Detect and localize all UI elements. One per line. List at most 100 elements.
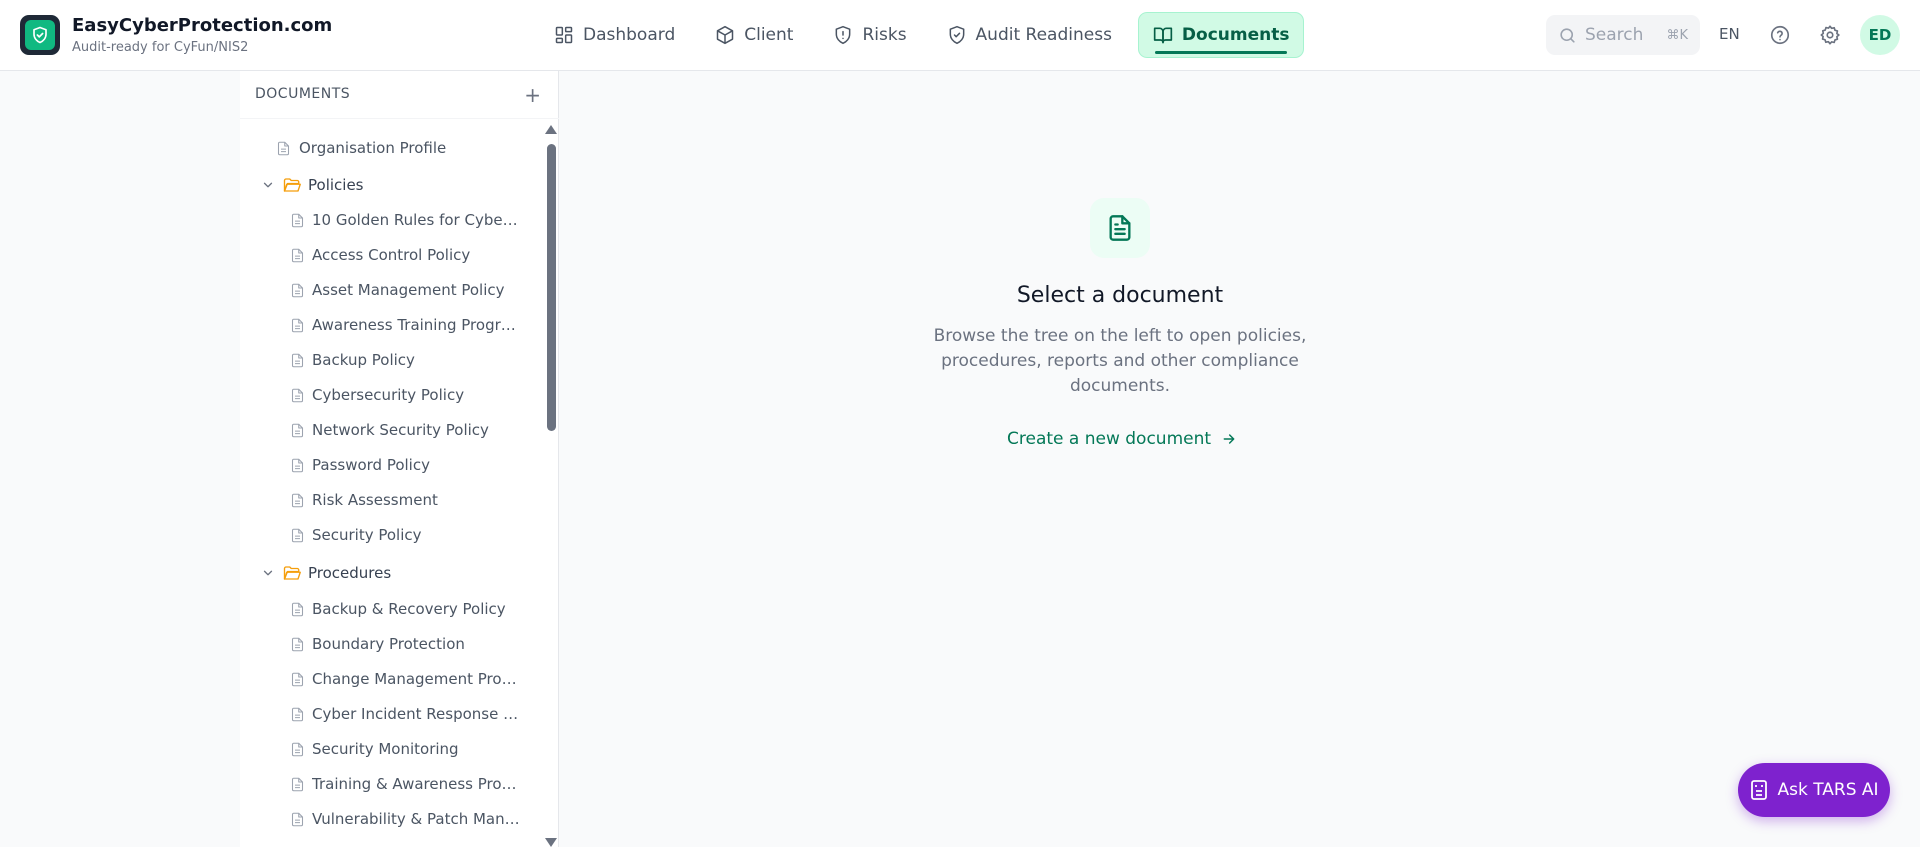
file-icon bbox=[291, 777, 304, 791]
tree-document-label: Boundary Protection bbox=[312, 635, 465, 653]
file-icon bbox=[291, 672, 304, 686]
file-icon bbox=[291, 458, 304, 472]
tree-document[interactable]: 10 Golden Rules for Cyberse... bbox=[240, 205, 540, 235]
scroll-down-arrow-icon[interactable] bbox=[545, 838, 557, 847]
brand-title: EasyCyberProtection.com bbox=[72, 15, 333, 36]
file-icon bbox=[291, 812, 304, 826]
tree-document-label: Network Security Policy bbox=[312, 421, 489, 439]
tree-document[interactable]: Network Security Policy bbox=[240, 415, 540, 445]
nav-dashboard[interactable]: Dashboard bbox=[540, 12, 689, 58]
gear-icon[interactable] bbox=[1819, 24, 1841, 46]
file-icon bbox=[291, 388, 304, 402]
nav-dashboard-label: Dashboard bbox=[583, 25, 676, 45]
main-nav: Dashboard Client Risks Audit Readiness D… bbox=[540, 12, 1305, 58]
tree-document[interactable]: Risk Assessment bbox=[240, 485, 540, 515]
file-icon bbox=[277, 141, 290, 155]
shield-check-icon bbox=[949, 25, 964, 45]
file-icon bbox=[291, 423, 304, 437]
tree-document[interactable]: Security Policy bbox=[240, 520, 540, 550]
shield-alert-icon bbox=[836, 25, 851, 45]
search-icon bbox=[1560, 27, 1575, 43]
book-open-icon bbox=[1153, 27, 1173, 44]
scroll-up-arrow-icon[interactable] bbox=[545, 125, 557, 134]
tree-document[interactable]: Cybersecurity Policy bbox=[240, 380, 540, 410]
grid-icon bbox=[555, 26, 573, 44]
add-document-button[interactable]: + bbox=[524, 83, 541, 107]
create-document-label: Create a new document bbox=[1007, 429, 1212, 449]
tree-document[interactable]: Boundary Protection bbox=[240, 629, 540, 659]
chevron-down-icon[interactable] bbox=[261, 566, 275, 580]
robot-icon bbox=[1751, 780, 1768, 800]
folder-open-icon bbox=[283, 178, 301, 192]
tree-document[interactable]: Training & Awareness Progr... bbox=[240, 769, 540, 799]
file-icon bbox=[291, 742, 304, 756]
shield-check-icon bbox=[25, 20, 55, 50]
file-icon bbox=[291, 637, 304, 651]
file-icon bbox=[291, 602, 304, 616]
tree-document-label: Cybersecurity Policy bbox=[312, 386, 465, 404]
tree-document[interactable]: Security Monitoring bbox=[240, 734, 540, 764]
sidebar-title: DOCUMENTS bbox=[255, 86, 351, 102]
sidebar-header: DOCUMENTS + bbox=[240, 71, 559, 119]
nav-client[interactable]: Client bbox=[701, 12, 807, 58]
logo[interactable] bbox=[20, 15, 60, 55]
file-icon bbox=[291, 213, 304, 227]
nav-audit-readiness-label: Audit Readiness bbox=[975, 25, 1112, 45]
file-text-icon bbox=[1090, 198, 1150, 258]
file-icon bbox=[291, 318, 304, 332]
tree-document-label: Security Policy bbox=[312, 526, 422, 544]
chevron-down-icon[interactable] bbox=[261, 178, 275, 192]
search-placeholder: Search bbox=[1585, 25, 1644, 45]
file-icon bbox=[291, 248, 304, 262]
empty-state-title: Select a document bbox=[1016, 283, 1224, 308]
tree-document-label: Security Monitoring bbox=[312, 740, 459, 758]
tree-document-label: Cyber Incident Response Pl... bbox=[312, 705, 522, 723]
nav-risks[interactable]: Risks bbox=[819, 12, 920, 58]
tree-document-label: Access Control Policy bbox=[312, 246, 471, 264]
tree-document-label: Password Policy bbox=[312, 456, 430, 474]
tree-document-label: Awareness Training Progra... bbox=[312, 316, 522, 334]
tree-document[interactable]: Organisation Profile bbox=[240, 133, 540, 163]
nav-documents[interactable]: Documents bbox=[1137, 12, 1305, 58]
ask-tars-ai-label: Ask TARS AI bbox=[1777, 780, 1879, 800]
scrollbar-thumb[interactable] bbox=[547, 144, 556, 431]
box-icon bbox=[716, 25, 734, 45]
tree-document[interactable]: Password Policy bbox=[240, 450, 540, 480]
nav-risks-label: Risks bbox=[862, 25, 907, 45]
nav-client-label: Client bbox=[744, 25, 794, 45]
tree-document[interactable]: Access Control Policy bbox=[240, 240, 540, 270]
nav-audit-readiness[interactable]: Audit Readiness bbox=[933, 12, 1126, 58]
file-icon bbox=[291, 353, 304, 367]
tree-document-label: Asset Management Policy bbox=[312, 281, 505, 299]
tree-document[interactable]: Vulnerability & Patch Mana... bbox=[240, 804, 540, 834]
arrow-right-icon bbox=[1223, 434, 1235, 444]
tree-document[interactable]: Cyber Incident Response Pl... bbox=[240, 699, 540, 729]
tree-document-label: 10 Golden Rules for Cyberse... bbox=[312, 211, 522, 229]
language-switcher[interactable]: EN bbox=[1719, 25, 1740, 43]
top-header: EasyCyberProtection.com Audit-ready for … bbox=[0, 0, 1920, 71]
tree-document[interactable]: Change Management Proc... bbox=[240, 664, 540, 694]
tree-document[interactable]: Backup & Recovery Policy bbox=[240, 594, 540, 624]
avatar[interactable]: ED bbox=[1860, 15, 1900, 55]
nav-documents-label: Documents bbox=[1181, 25, 1290, 45]
file-icon bbox=[291, 283, 304, 297]
file-icon bbox=[291, 493, 304, 507]
create-document-link[interactable]: Create a new document bbox=[1007, 429, 1237, 449]
tree-document-label: Vulnerability & Patch Mana... bbox=[312, 810, 522, 828]
tree-folder[interactable]: Policies bbox=[240, 170, 540, 200]
file-icon bbox=[291, 528, 304, 542]
documents-sidebar: DOCUMENTS + Organisation Profile Policies… bbox=[240, 71, 559, 847]
tree-document-label: Change Management Proc... bbox=[312, 670, 522, 688]
tree-document[interactable]: Awareness Training Progra... bbox=[240, 310, 540, 340]
ask-tars-ai-button[interactable]: Ask TARS AI bbox=[1738, 763, 1890, 817]
tree-document[interactable]: Backup Policy bbox=[240, 345, 540, 375]
tree-document-label: Organisation Profile bbox=[299, 139, 447, 157]
brand-subtitle: Audit-ready for CyFun/NIS2 bbox=[72, 40, 249, 55]
empty-state-description: Browse the tree on the left to open poli… bbox=[933, 326, 1307, 396]
tree-document[interactable]: Asset Management Policy bbox=[240, 275, 540, 305]
tree-folder[interactable]: Procedures bbox=[240, 558, 540, 588]
search-input[interactable]: Search ⌘K bbox=[1546, 15, 1700, 55]
help-icon[interactable] bbox=[1769, 24, 1791, 46]
search-shortcut: ⌘K bbox=[1666, 27, 1688, 43]
sidebar-scrollbar[interactable] bbox=[542, 125, 558, 847]
